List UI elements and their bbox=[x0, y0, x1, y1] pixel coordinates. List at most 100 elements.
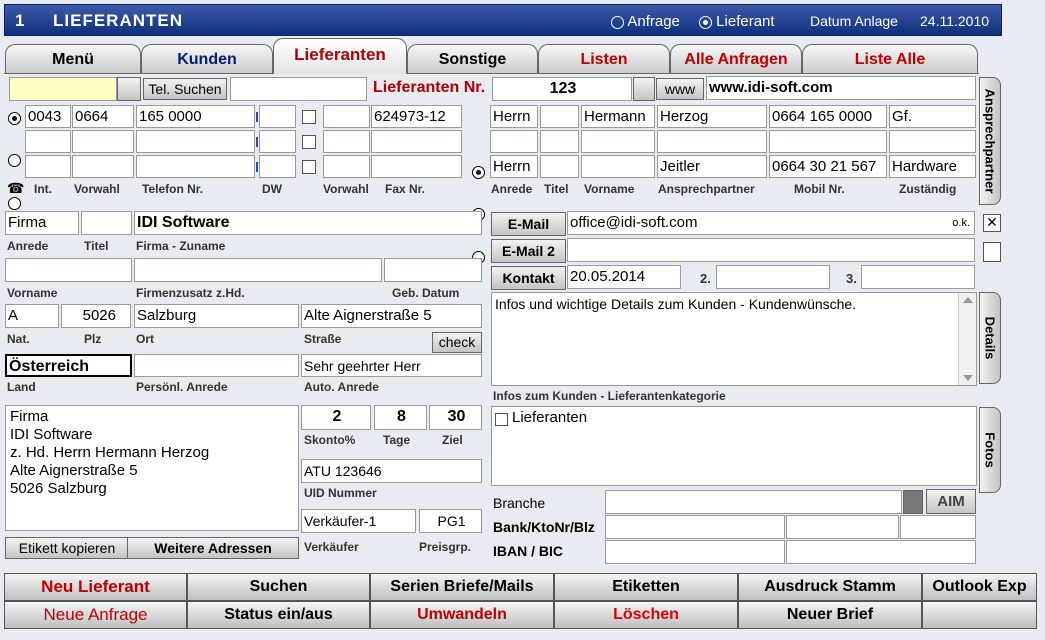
persoenl-anrede-input[interactable] bbox=[134, 354, 299, 377]
kategorie-checkbox[interactable] bbox=[495, 413, 508, 426]
contact-radio-1[interactable] bbox=[472, 166, 485, 180]
phone-vorwahl-2[interactable] bbox=[72, 130, 134, 153]
email2-checkbox[interactable] bbox=[983, 242, 1001, 262]
neu-lieferant-button[interactable]: Neu Lieferant bbox=[4, 573, 187, 601]
contact-anrede-2[interactable] bbox=[490, 130, 538, 153]
lieferanten-nr-input[interactable]: 123 bbox=[492, 77, 632, 101]
company-name-input[interactable]: IDI Software bbox=[134, 211, 482, 235]
info-scrollbar[interactable] bbox=[958, 293, 976, 385]
contact-zustaendig-2[interactable] bbox=[889, 130, 976, 153]
phone-telefon-1[interactable]: 165 0000 bbox=[136, 105, 255, 128]
plz-input[interactable]: 5026 bbox=[61, 304, 131, 328]
ort-input[interactable]: Salzburg bbox=[134, 304, 299, 328]
ktonr-input[interactable] bbox=[786, 515, 899, 539]
phone-checkbox-1[interactable] bbox=[302, 110, 316, 124]
check-button[interactable]: check bbox=[432, 332, 482, 353]
weitere-adressen-button[interactable]: Weitere Adressen bbox=[127, 537, 299, 559]
phone-radio-3[interactable] bbox=[8, 197, 21, 211]
phone-dw-1[interactable] bbox=[259, 105, 296, 128]
tab-alle-anfragen[interactable]: Alle Anfragen bbox=[670, 44, 802, 74]
fax-nr-2[interactable] bbox=[371, 130, 462, 153]
branche-dropdown[interactable] bbox=[903, 490, 923, 514]
land-input[interactable]: Österreich bbox=[5, 354, 132, 377]
contact-name-3[interactable]: Jeitler bbox=[657, 155, 767, 178]
contact-mobil-1[interactable]: 0664 165 0000 bbox=[769, 105, 887, 128]
skonto-input[interactable]: 2 bbox=[301, 405, 371, 430]
fax-vorwahl-2[interactable] bbox=[323, 130, 370, 153]
phone-int-2[interactable] bbox=[25, 130, 71, 153]
email-close-icon[interactable]: ✕ bbox=[983, 214, 1001, 232]
etiketten-button[interactable]: Etiketten bbox=[554, 573, 738, 601]
kontakt-date-2[interactable] bbox=[716, 265, 830, 289]
neue-anfrage-button[interactable]: Neue Anfrage bbox=[4, 601, 187, 629]
aim-button[interactable]: AIM bbox=[926, 489, 976, 514]
empty-button[interactable] bbox=[922, 601, 1037, 629]
tab-menu[interactable]: Menü bbox=[5, 44, 141, 74]
nat-input[interactable]: A bbox=[5, 304, 59, 328]
suchen-button[interactable]: Suchen bbox=[187, 573, 370, 601]
contact-anrede-3[interactable]: Herrn bbox=[490, 155, 538, 178]
contact-titel-1[interactable] bbox=[540, 105, 579, 128]
contact-anrede-1[interactable]: Herrn bbox=[490, 105, 538, 128]
side-tab-ansprechpartner[interactable]: Ansprechpartner bbox=[979, 77, 1001, 205]
contact-mobil-2[interactable] bbox=[769, 130, 887, 153]
phone-telefon-2[interactable] bbox=[136, 130, 255, 153]
fax-vorwahl-1[interactable] bbox=[323, 105, 370, 128]
auto-anrede-input[interactable]: Sehr geehrter Herr bbox=[301, 354, 482, 377]
tab-sonstige[interactable]: Sonstige bbox=[407, 44, 538, 74]
iban-input[interactable] bbox=[605, 540, 785, 564]
contact-vorname-2[interactable] bbox=[581, 130, 655, 153]
email2-input[interactable] bbox=[567, 238, 975, 262]
contact-vorname-3[interactable] bbox=[581, 155, 655, 178]
contact-mobil-3[interactable]: 0664 30 21 567 bbox=[769, 155, 887, 178]
company-anrede-input[interactable]: Firma bbox=[5, 211, 79, 235]
loeschen-button[interactable]: Löschen bbox=[554, 601, 738, 629]
email2-button[interactable]: E-Mail 2 bbox=[491, 239, 566, 263]
contact-titel-2[interactable] bbox=[540, 130, 579, 153]
status-button[interactable]: Status ein/aus bbox=[187, 601, 370, 629]
tel-search-field[interactable] bbox=[230, 77, 367, 101]
contact-name-2[interactable] bbox=[657, 130, 767, 153]
side-tab-details[interactable]: Details bbox=[979, 292, 1001, 384]
serien-briefe-button[interactable]: Serien Briefe/Mails bbox=[370, 573, 554, 601]
tel-search-input[interactable] bbox=[9, 77, 117, 101]
fax-nr-3[interactable] bbox=[371, 155, 462, 178]
company-titel-input[interactable] bbox=[81, 211, 132, 235]
phone-dw-2[interactable] bbox=[259, 130, 296, 153]
email-button[interactable]: E-Mail bbox=[491, 212, 566, 236]
fax-vorwahl-3[interactable] bbox=[323, 155, 370, 178]
ausdruck-stamm-button[interactable]: Ausdruck Stamm bbox=[738, 573, 922, 601]
firmenzusatz-input[interactable] bbox=[134, 258, 382, 282]
tel-search-button[interactable]: Tel. Suchen bbox=[143, 78, 227, 100]
outlook-exp-button[interactable]: Outlook Exp bbox=[922, 573, 1037, 601]
neuer-brief-button[interactable]: Neuer Brief bbox=[738, 601, 922, 629]
tab-kunden[interactable]: Kunden bbox=[141, 44, 273, 74]
info-textarea[interactable]: Infos und wichtige Details zum Kunden - … bbox=[491, 292, 977, 386]
verkaeufer-input[interactable]: Verkäufer-1 bbox=[301, 509, 416, 533]
fax-nr-1[interactable]: 624973-12 bbox=[371, 105, 462, 128]
strasse-input[interactable]: Alte Aignerstraße 5 bbox=[301, 304, 482, 328]
tage-input[interactable]: 8 bbox=[374, 405, 427, 430]
address-block[interactable]: Firma IDI Software z. Hd. Herrn Hermann … bbox=[5, 405, 299, 531]
phone-checkbox-3[interactable] bbox=[302, 160, 316, 174]
phone-checkbox-2[interactable] bbox=[302, 135, 316, 149]
bank-input[interactable] bbox=[605, 515, 785, 539]
phone-vorwahl-1[interactable]: 0664 bbox=[72, 105, 134, 128]
phone-int-1[interactable]: 0043 bbox=[25, 105, 71, 128]
lieferanten-nr-dropdown[interactable] bbox=[633, 77, 655, 101]
phone-dw-3[interactable] bbox=[259, 155, 296, 178]
contact-zustaendig-3[interactable]: Hardware bbox=[889, 155, 976, 178]
www-button[interactable]: www bbox=[656, 78, 704, 100]
mode-anfrage-radio[interactable]: Anfrage bbox=[611, 13, 680, 30]
contact-titel-3[interactable] bbox=[540, 155, 579, 178]
phone-vorwahl-3[interactable] bbox=[72, 155, 134, 178]
vorname-input[interactable] bbox=[5, 258, 132, 282]
ziel-input[interactable]: 30 bbox=[429, 405, 482, 430]
tab-liste-alle[interactable]: Liste Alle bbox=[802, 44, 978, 74]
website-input[interactable]: www.idi-soft.com bbox=[706, 76, 976, 100]
contact-name-1[interactable]: Herzog bbox=[657, 105, 767, 128]
mode-lieferant-radio[interactable]: Lieferant bbox=[699, 13, 775, 30]
tab-listen[interactable]: Listen bbox=[538, 44, 670, 74]
bic-input[interactable] bbox=[786, 540, 976, 564]
phone-radio-1[interactable] bbox=[8, 112, 21, 126]
